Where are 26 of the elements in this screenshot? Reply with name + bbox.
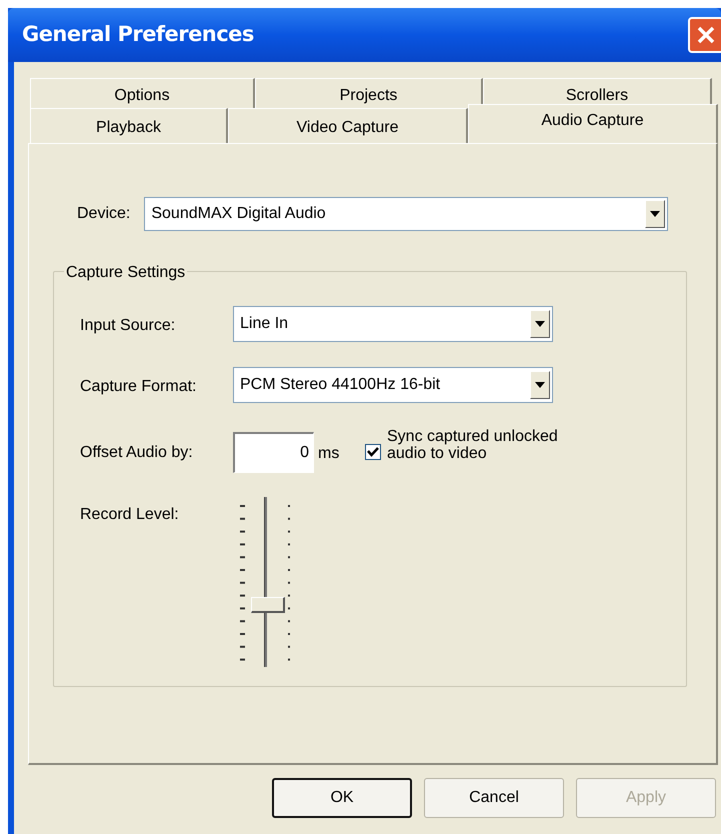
close-icon bbox=[695, 24, 717, 46]
dialog-button[interactable]: OK bbox=[272, 778, 412, 818]
dropdown[interactable]: Line In bbox=[233, 306, 553, 342]
field-label: Input Source: bbox=[80, 316, 176, 336]
dropdown[interactable]: SoundMAX Digital Audio bbox=[144, 197, 668, 231]
tab[interactable]: Projects bbox=[255, 78, 483, 108]
field-label: Capture Format: bbox=[80, 377, 196, 397]
dropdown[interactable]: PCM Stereo 44100Hz 16-bit bbox=[233, 367, 553, 403]
tab[interactable]: Video Capture bbox=[228, 108, 468, 143]
field-label: Record Level: bbox=[80, 505, 179, 525]
tab[interactable]: Options bbox=[30, 78, 255, 108]
window-title: General Preferences bbox=[22, 21, 254, 48]
slider-thumb[interactable] bbox=[251, 597, 285, 614]
dialog-button[interactable]: Cancel bbox=[424, 778, 564, 818]
offset-field[interactable]: 0 bbox=[233, 432, 314, 473]
tab[interactable]: Audio Capture bbox=[468, 104, 718, 143]
field-label: ms bbox=[318, 444, 340, 464]
caret-icon bbox=[645, 200, 666, 228]
checkbox-label: Sync captured unlocked audio to video bbox=[387, 428, 559, 462]
caret-icon bbox=[530, 310, 550, 338]
field-label: Device: bbox=[77, 204, 130, 224]
field-label: Offset Audio by: bbox=[80, 443, 193, 463]
checkbox[interactable] bbox=[365, 444, 381, 460]
tab[interactable]: Playback bbox=[30, 108, 228, 143]
close-button[interactable] bbox=[688, 17, 721, 53]
caret-icon bbox=[530, 371, 550, 399]
